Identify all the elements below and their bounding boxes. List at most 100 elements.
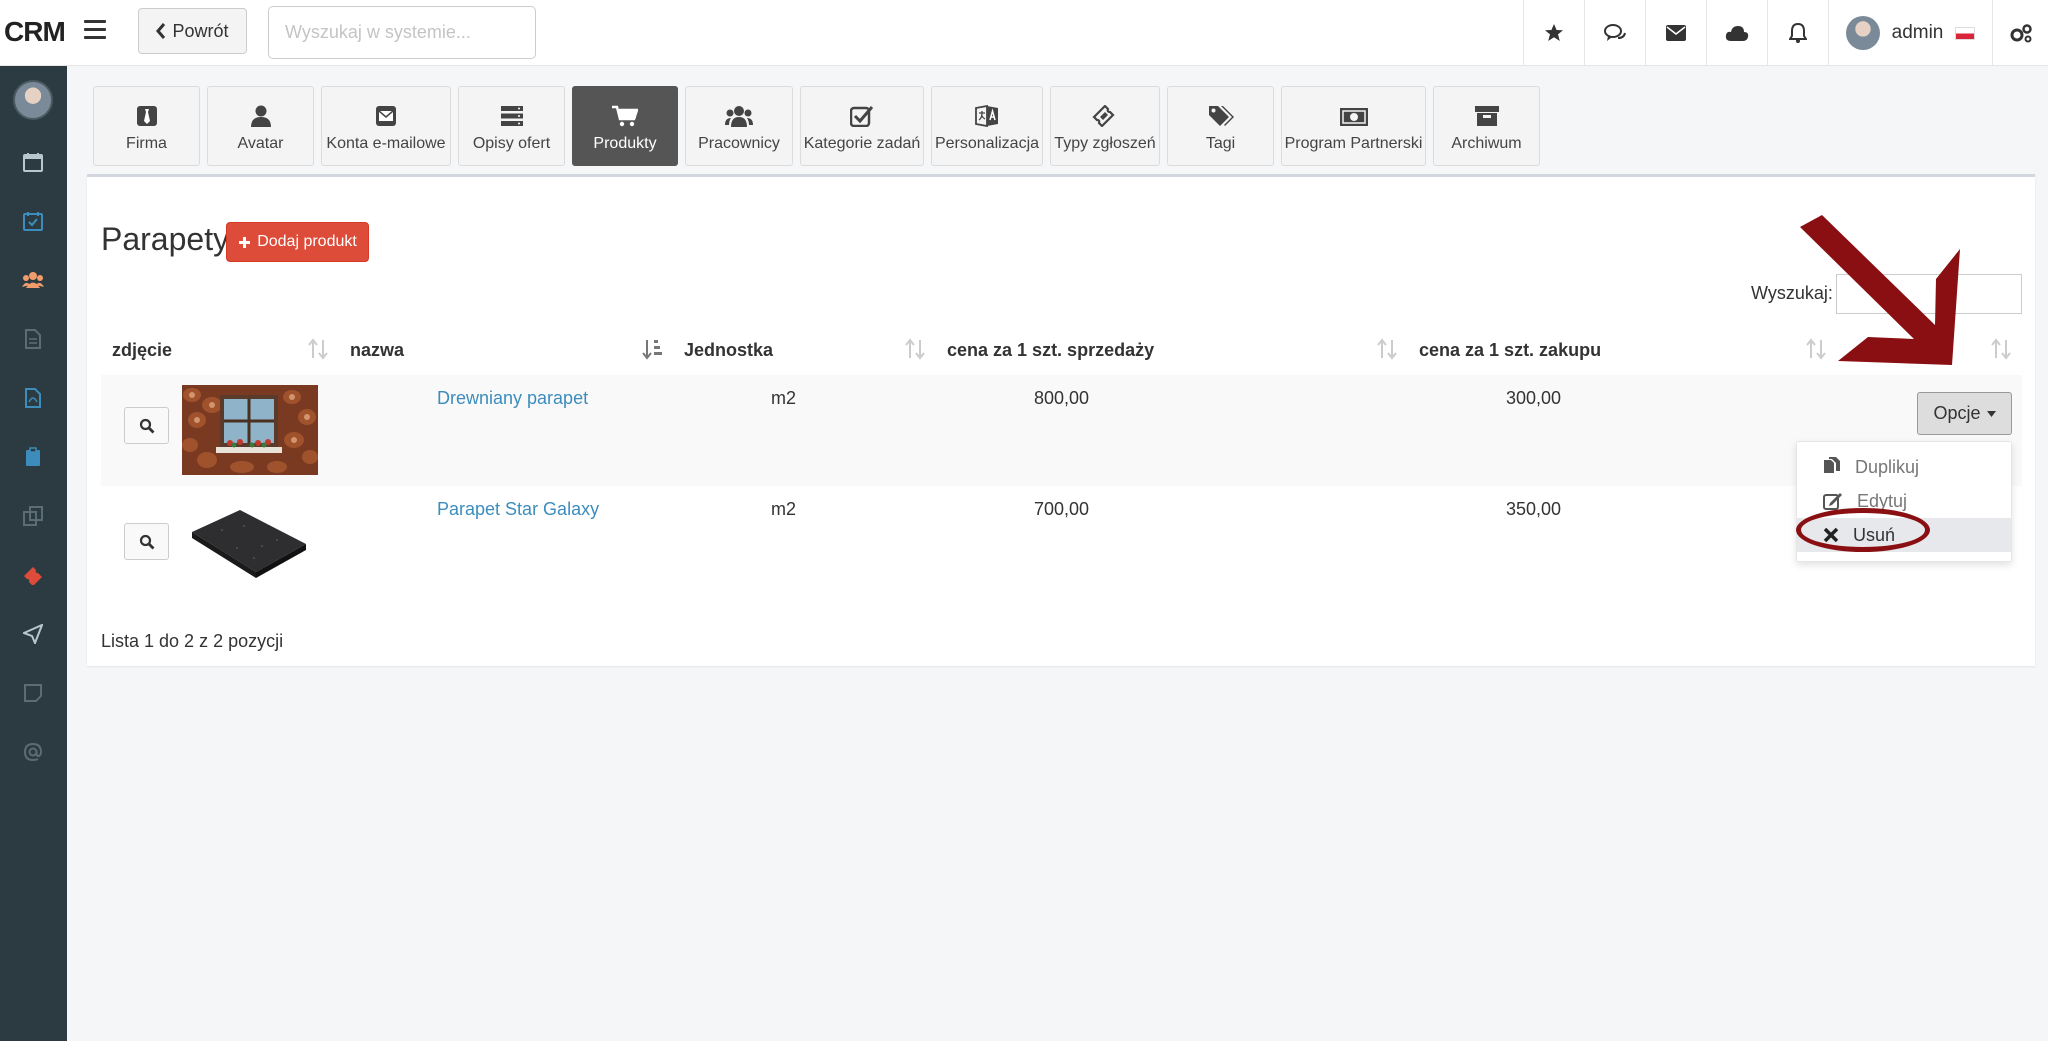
annotation-arrow-icon [1800,215,1960,365]
sort-icon[interactable] [905,338,925,360]
table-row: Parapet Star Galaxy m2 700,00 350,00 [101,486,2022,597]
cart-icon [612,105,638,127]
user-menu[interactable]: admin [1828,0,1992,66]
server-icon [500,106,523,126]
product-image [182,496,318,586]
app-logo[interactable]: CRM [4,16,66,48]
product-unit: m2 [771,388,797,408]
options-dropdown-button[interactable]: Opcje [1917,392,2012,435]
user-name: admin [1891,22,1944,43]
tab-avatar[interactable]: Avatar [207,86,314,166]
users-icon[interactable] [21,268,45,292]
product-name-link[interactable]: Drewniany parapet [437,388,588,409]
send-icon[interactable] [21,622,45,646]
tie-icon [136,106,157,126]
tasks-icon[interactable] [21,209,45,233]
global-search-input[interactable] [268,6,536,59]
caret-down-icon [1986,410,1996,417]
back-button[interactable]: Powrót [138,8,247,54]
product-purchase-price: 300,00 [1506,388,1562,408]
mail-button[interactable] [1645,0,1706,66]
tab-pracownicy[interactable]: Pracownicy [685,86,793,166]
ticket-icon [1092,105,1115,127]
preview-button[interactable] [124,407,169,444]
chat-button[interactable] [1584,0,1645,66]
tab-label: Produkty [593,135,657,152]
product-sale-price: 800,00 [1034,388,1090,408]
note-icon[interactable] [21,681,45,705]
menu-item-duplicate[interactable]: Duplikuj [1797,450,2011,484]
product-image [182,385,318,475]
tab-label: Personalizacja [934,135,1040,152]
page-title: Parapety [101,221,230,257]
ticket-icon[interactable] [21,563,45,587]
product-purchase-price: 350,00 [1506,499,1562,519]
star-icon [1545,24,1563,41]
table-row: Drewniany parapet m2 800,00 300,00 [101,375,2022,486]
tab-kategorie-zadan[interactable]: Kategorie zadań [800,86,924,166]
add-product-label: Dodaj produkt [257,233,357,250]
checkbox-icon [850,106,874,127]
column-header-sale-price[interactable]: cena za 1 szt. sprzedaży [947,340,1154,361]
tab-label: Kategorie zadań [803,135,921,152]
language-icon [975,105,998,127]
column-header-purchase-price[interactable]: cena za 1 szt. zakupu [1419,340,1601,361]
cloud-button[interactable] [1706,0,1767,66]
sort-icon[interactable] [308,338,328,360]
tab-personalizacja[interactable]: Personalizacja [931,86,1043,166]
product-name-link[interactable]: Parapet Star Galaxy [437,499,599,520]
sidebar-avatar[interactable] [13,80,53,120]
sort-icon[interactable] [1377,338,1397,360]
edit-icon [1823,493,1842,510]
envelope-icon [376,106,396,126]
settings-button[interactable] [1992,0,2048,66]
tags-icon [1208,106,1234,126]
preview-button[interactable] [124,523,169,560]
tab-typy-zgloszen[interactable]: Typy zgłoszeń [1050,86,1160,166]
table-info: Lista 1 do 2 z 2 pozycji [101,631,284,651]
clipboard-icon[interactable] [21,445,45,469]
bell-icon [1789,23,1807,43]
tab-archiwum[interactable]: Archiwum [1433,86,1540,166]
column-header-unit[interactable]: Jednostka [684,340,773,361]
comments-icon [1604,24,1626,41]
tab-label: Typy zgłoszeń [1054,135,1156,152]
notifications-button[interactable] [1767,0,1828,66]
polish-flag-icon [1955,26,1976,40]
cloud-icon [1725,26,1749,41]
tab-label: Firma [126,135,167,152]
sort-ascending-icon[interactable] [642,338,664,360]
back-button-label: Powrót [172,20,229,41]
tab-konta-e-mailowe[interactable]: Konta e-mailowe [321,86,451,166]
duplicate-icon [1824,457,1840,473]
tab-produkty[interactable]: Produkty [572,86,678,166]
search-icon [139,418,154,433]
hamburger-menu-icon[interactable] [84,20,106,42]
at-icon[interactable] [21,740,45,764]
tab-tagi[interactable]: Tagi [1167,86,1274,166]
calendar-icon[interactable] [21,150,45,174]
sidebar [0,66,67,1041]
product-unit: m2 [771,499,797,519]
tab-label: Avatar [237,135,284,152]
tab-label: Tagi [1205,135,1236,152]
chevron-left-icon [156,23,166,39]
document-icon[interactable] [21,327,45,351]
tab-program-partnerski[interactable]: Program Partnerski [1281,86,1426,166]
column-header-photo[interactable]: zdjęcie [112,340,172,361]
column-header-name[interactable]: nazwa [350,340,404,361]
pdf-icon[interactable] [21,386,45,410]
money-icon [1339,108,1368,126]
gears-icon [2010,24,2032,43]
favorites-button[interactable] [1523,0,1584,66]
tab-label: Program Partnerski [1284,135,1423,152]
copy-icon[interactable] [21,504,45,528]
tab-firma[interactable]: Firma [93,86,200,166]
sort-icon[interactable] [1991,338,2011,360]
settings-tabs: Firma Avatar Konta e-mailowe Opisy ofert… [93,86,1540,168]
add-product-button[interactable]: Dodaj produkt [226,222,369,262]
user-icon [250,105,271,127]
tab-opisy-ofert[interactable]: Opisy ofert [458,86,565,166]
product-sale-price: 700,00 [1034,499,1090,519]
search-icon [139,534,154,549]
